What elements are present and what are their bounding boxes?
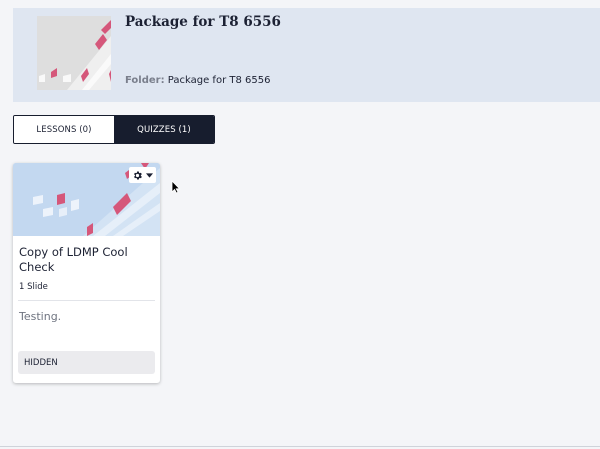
folder-name: Package for T8 6556 [167, 75, 271, 86]
package-header: Package for T8 6556 Folder: Package for … [13, 8, 600, 102]
folder-label: Folder: [125, 75, 165, 86]
package-thumbnail [37, 16, 111, 90]
package-title: Package for T8 6556 [125, 14, 281, 30]
tab-quizzes[interactable]: QUIZZES (1) [114, 116, 214, 143]
tab-lessons[interactable]: LESSONS (0) [14, 116, 114, 143]
folder-info: Folder: Package for T8 6556 [125, 75, 270, 86]
content-tabs: LESSONS (0) QUIZZES (1) [13, 115, 215, 144]
card-options-button[interactable] [129, 167, 156, 183]
visibility-status-button[interactable]: HIDDEN [18, 351, 155, 374]
quiz-description: Testing. [19, 310, 62, 323]
quiz-title[interactable]: Copy of LDMP Cool Check [19, 245, 149, 275]
card-divider [18, 300, 155, 301]
bottom-divider [0, 446, 600, 447]
chevron-down-icon [146, 172, 153, 178]
gear-icon [134, 170, 142, 180]
mouse-cursor-icon [171, 180, 181, 194]
quiz-card[interactable]: Copy of LDMP Cool Check 1 Slide Testing.… [13, 163, 160, 383]
slide-count: 1 Slide [19, 282, 48, 292]
